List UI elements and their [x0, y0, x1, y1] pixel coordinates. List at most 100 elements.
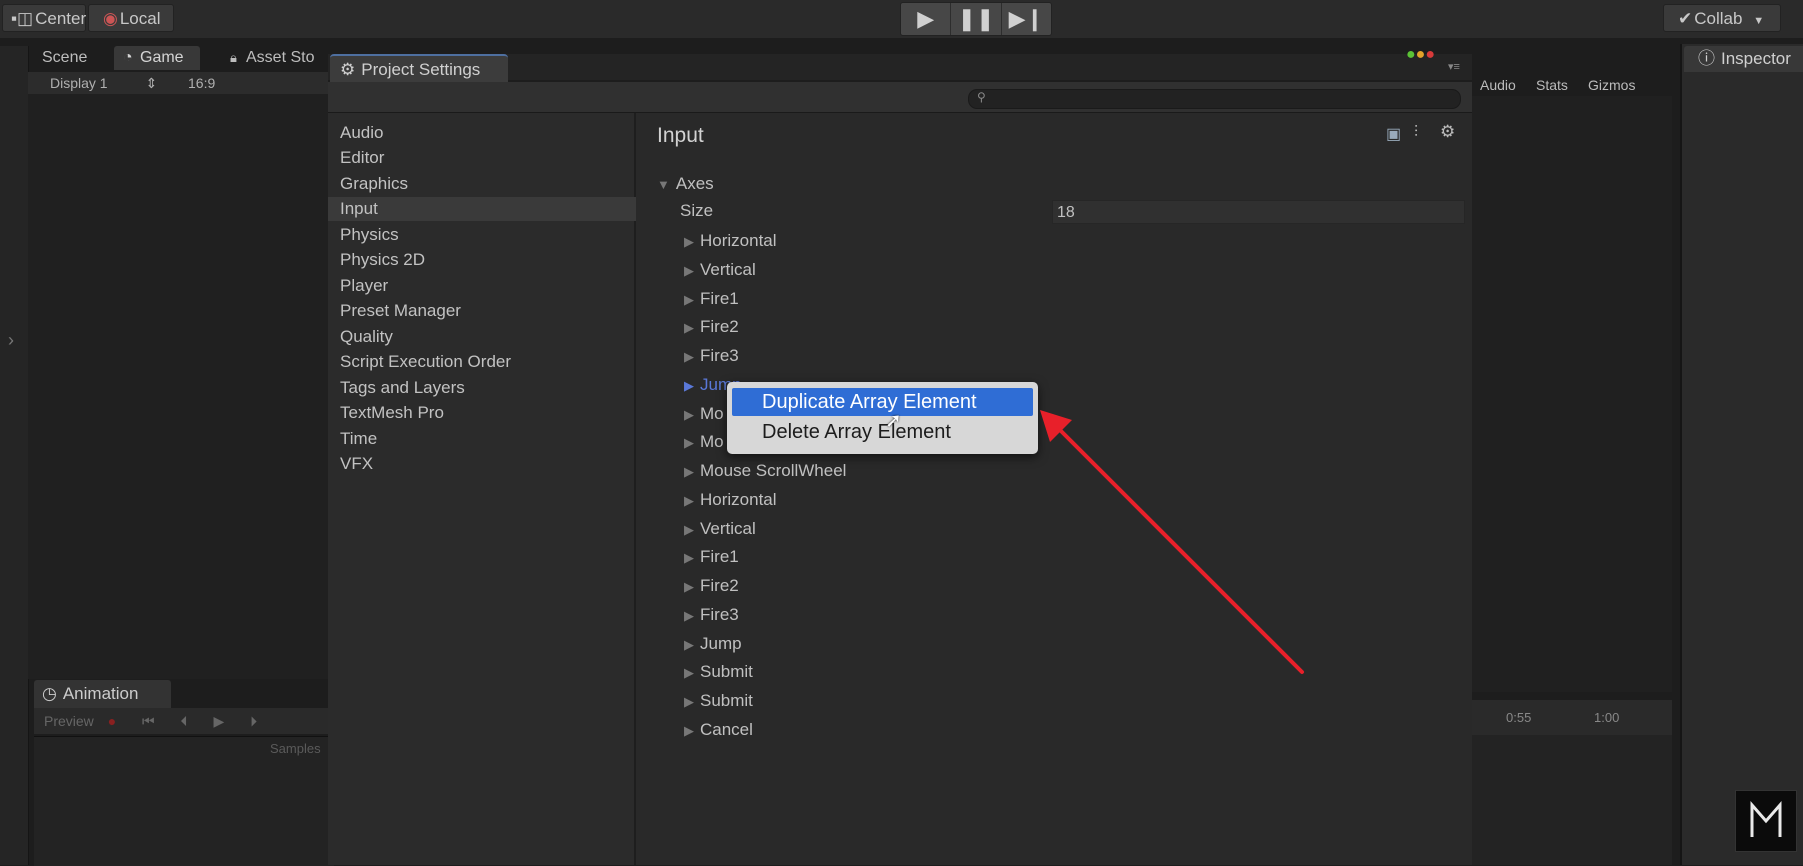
axes-label: Axes [675, 174, 714, 193]
play-anim-icon[interactable]: ▶ [213, 713, 224, 729]
settings-gear-icon[interactable]: ⚙ [1440, 122, 1455, 142]
sidebar-item-player[interactable]: Player [340, 274, 630, 298]
step-button[interactable]: ▶❙ [1002, 3, 1051, 35]
pivot-space-button[interactable]: ◉ Local [88, 4, 174, 32]
axis-label: Fire3 [700, 346, 739, 365]
axis-label: Fire2 [700, 576, 739, 595]
axis-label: Fire3 [700, 605, 739, 624]
space-label: Local [119, 9, 161, 28]
foldout-closed-icon: ▶ [684, 349, 694, 364]
delete-array-element-item[interactable]: Delete Array Element [732, 418, 1033, 446]
axis-row[interactable]: ▶ Mo [684, 430, 724, 454]
foldout-closed-icon: ▶ [684, 608, 694, 623]
sidebar-item-textmesh-pro[interactable]: TextMesh Pro [340, 401, 630, 425]
preview-toggle[interactable]: Preview [44, 713, 94, 729]
chevron-down-icon: ▼ [1753, 15, 1765, 27]
axis-row[interactable]: ▶ Fire1 [684, 287, 739, 311]
sidebar-item-tags-and-layers[interactable]: Tags and Layers [340, 376, 630, 400]
axis-row[interactable]: ▶ Fire3 [684, 344, 739, 368]
axis-row[interactable]: ▶ Horizontal [684, 229, 777, 253]
foldout-closed-icon: ▶ [684, 493, 694, 508]
axis-row[interactable]: ▶ Vertical [684, 258, 756, 282]
stats-toggle[interactable]: Stats [1536, 77, 1568, 93]
play-button[interactable]: ▶ [901, 3, 952, 35]
axis-row[interactable]: ▶ Fire3 [684, 603, 739, 627]
search-input[interactable]: ⚲ [968, 89, 1461, 109]
axis-row[interactable]: ▶ Horizontal [684, 488, 777, 512]
next-key-icon[interactable]: ⏵ [250, 713, 257, 729]
check-icon: ✔ [1678, 9, 1693, 28]
axis-row[interactable]: ▶ Jump [684, 632, 742, 656]
preset-icon[interactable]: ⫶ [1414, 124, 1418, 142]
foldout-closed-icon: ▶ [684, 464, 694, 479]
tab-scene[interactable]: Scene [42, 46, 102, 70]
m-logo-icon [1750, 801, 1782, 837]
axes-foldout[interactable]: ▼ Axes [657, 172, 714, 196]
gear-icon: ⚙ [340, 60, 356, 79]
axis-label: Cancel [700, 720, 753, 739]
foldout-closed-icon: ▶ [684, 378, 694, 393]
sidebar-item-preset-manager[interactable]: Preset Manager [340, 299, 630, 323]
display-select[interactable]: Display 1 ⇕ [50, 75, 157, 92]
tab-project-settings[interactable]: ⚙ Project Settings [330, 54, 508, 82]
axis-row[interactable]: ▶ Mo [684, 402, 724, 426]
axis-row[interactable]: ▶ Fire2 [684, 315, 739, 339]
pivot-label: Center [35, 9, 87, 28]
axis-label: Fire1 [700, 289, 739, 308]
sidebar-item-audio[interactable]: Audio [340, 121, 630, 145]
axis-row[interactable]: ▶ Cancel [684, 718, 753, 742]
pivot-center-button[interactable]: ▪◫ Center [2, 4, 86, 32]
axis-row[interactable]: ▶ Fire2 [684, 574, 739, 598]
sidebar-item-physics[interactable]: Physics [340, 223, 630, 247]
axis-label: Fire2 [700, 317, 739, 336]
collapse-arrow-icon[interactable]: › [8, 330, 14, 351]
foldout-closed-icon: ▶ [684, 435, 694, 450]
game-view-right [1472, 96, 1672, 692]
foldout-closed-icon: ▶ [684, 320, 694, 335]
game-view-toolbar: Display 1 ⇕ 16:9 [28, 72, 328, 94]
help-icon[interactable]: ▣ [1386, 124, 1401, 144]
sidebar-item-vfx[interactable]: VFX [340, 452, 630, 476]
animation-tab[interactable]: ◷ Animation [34, 680, 171, 708]
samples-label: Samples [270, 741, 321, 756]
tab-game[interactable]: ◔ Game [114, 46, 200, 70]
size-field[interactable]: 18 [1052, 200, 1465, 224]
sidebar-item-graphics[interactable]: Graphics [340, 172, 630, 196]
prev-key-icon[interactable]: ⏴ [181, 713, 188, 729]
tab-inspector[interactable]: ⓘ Inspector [1684, 46, 1803, 72]
record-icon[interactable]: ● [108, 713, 116, 729]
audio-toggle[interactable]: Audio [1480, 77, 1516, 93]
duplicate-array-element-item[interactable]: Duplicate Array Element [732, 388, 1033, 416]
channel-logo [1735, 790, 1797, 852]
sidebar-item-quality[interactable]: Quality [340, 325, 630, 349]
sidebar-item-physics-2d[interactable]: Physics 2D [340, 248, 630, 272]
tab-game-label: Game [140, 49, 184, 66]
panel-menu-icon[interactable]: ▾≡ [1448, 60, 1460, 73]
sidebar-item-editor[interactable]: Editor [340, 146, 630, 170]
axis-label: Mo [700, 432, 724, 451]
axis-row[interactable]: ▶ Vertical [684, 517, 756, 541]
foldout-closed-icon: ▶ [684, 694, 694, 709]
collab-button[interactable]: ✔ Collab ▼ [1663, 4, 1781, 32]
left-dock-strip: › [0, 46, 29, 865]
first-key-icon[interactable]: ⏮ [142, 713, 155, 729]
sidebar-item-script-execution-order[interactable]: Script Execution Order [340, 350, 630, 374]
sidebar-item-time[interactable]: Time [340, 427, 630, 451]
axis-row[interactable]: ▶ Submit [684, 689, 753, 713]
sidebar-item-input[interactable]: Input [328, 197, 636, 221]
axis-label: Fire1 [700, 547, 739, 566]
tab-asset-store[interactable]: 🔒︎ Asset Sto [228, 46, 328, 70]
local-icon: ◉ [103, 9, 118, 28]
axis-label: Submit [700, 691, 753, 710]
aspect-select[interactable]: 16:9 [188, 75, 215, 91]
axis-row[interactable]: ▶ Fire1 [684, 545, 739, 569]
context-menu: Duplicate Array Element Delete Array Ele… [727, 382, 1038, 454]
axis-row[interactable]: ▶ Mouse ScrollWheel [684, 459, 846, 483]
pause-button[interactable]: ❚❚ [951, 3, 1002, 35]
play-controls: ▶ ❚❚ ▶❙ [900, 2, 1052, 36]
gizmos-dropdown[interactable]: Gizmos [1588, 77, 1635, 93]
axis-row[interactable]: ▶ Submit [684, 660, 753, 684]
axis-label: Vertical [700, 260, 756, 279]
clock-icon: ◷ [42, 684, 57, 703]
project-settings-title: Project Settings [361, 60, 481, 79]
